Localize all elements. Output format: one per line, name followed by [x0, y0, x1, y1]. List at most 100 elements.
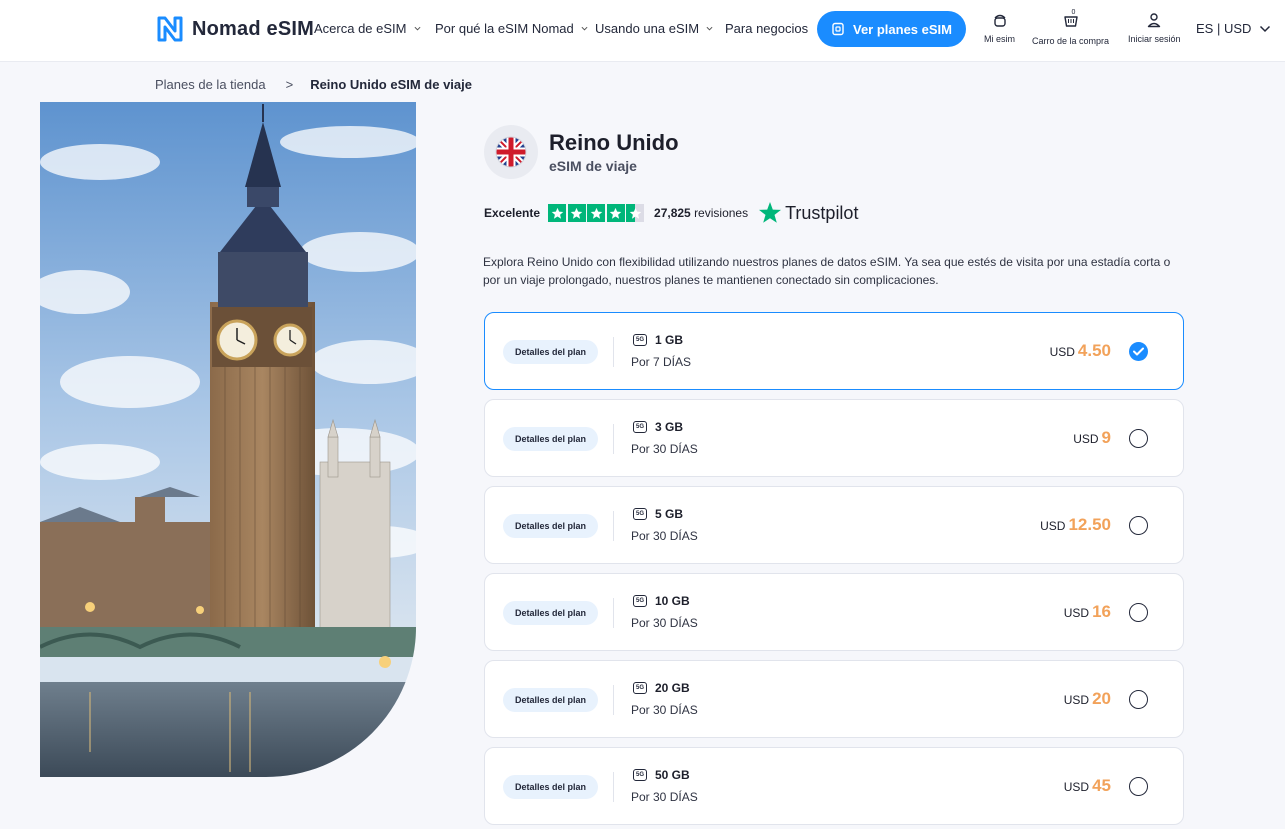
plan-price: USD 16 — [1064, 602, 1111, 622]
plan-amount: 12.50 — [1068, 515, 1111, 534]
chevron-down-icon — [414, 26, 420, 31]
cart-count-badge: 0 — [1071, 9, 1076, 16]
5g-network-icon: 5G — [633, 682, 647, 694]
plan-duration: Por 30 DÍAS — [631, 529, 698, 543]
plan-price: USD 20 — [1064, 689, 1111, 709]
esim-icon — [993, 14, 1006, 27]
breadcrumb-separator: > — [285, 77, 294, 92]
trustpilot-logo: Trustpilot — [758, 201, 858, 225]
plan-divider — [613, 424, 614, 454]
nav-business[interactable]: Para negocios — [725, 21, 808, 36]
uk-flag-icon — [495, 136, 527, 168]
plan-option[interactable]: Detalles del plan 5G 10 GB Por 30 DÍAS USD 16 — [484, 573, 1184, 651]
language-label: ES | USD — [1196, 21, 1252, 36]
plan-amount: 16 — [1092, 602, 1111, 621]
plan-details-button[interactable]: Detalles del plan — [503, 775, 599, 799]
plan-currency: USD — [1073, 432, 1099, 446]
cart-icon-wrap: 0 — [1063, 9, 1079, 30]
view-plans-button[interactable]: Ver planes eSIM — [817, 11, 966, 47]
reviews-count: 27,825 revisiones — [654, 206, 748, 220]
plan-radio[interactable] — [1129, 603, 1148, 622]
breadcrumb-store-plans[interactable]: Planes de la tienda — [155, 77, 266, 92]
5g-network-icon: 5G — [633, 595, 647, 607]
plan-details-button[interactable]: Detalles del plan — [503, 427, 599, 451]
view-plans-label: Ver planes eSIM — [853, 21, 952, 37]
plan-option[interactable]: Detalles del plan 5G 3 GB Por 30 DÍAS USD 9 — [484, 399, 1184, 477]
reviews-label: revisiones — [694, 206, 749, 220]
plan-price: USD 12.50 — [1040, 515, 1111, 535]
checkmark-icon — [1133, 347, 1144, 356]
product-subtitle: eSIM de viaje — [549, 158, 637, 174]
nav-using-esim[interactable]: Usando una eSIM — [595, 21, 713, 36]
plan-radio-checked[interactable] — [1129, 342, 1148, 361]
trustpilot-label: Trustpilot — [785, 202, 859, 223]
plan-currency: USD — [1063, 606, 1090, 620]
plan-details-button[interactable]: Detalles del plan — [503, 340, 599, 364]
5g-network-icon: 5G — [633, 769, 647, 781]
plan-currency: USD — [1040, 519, 1066, 533]
login-link[interactable]: Iniciar sesión — [1128, 12, 1181, 44]
plan-price: USD 4.50 — [1050, 341, 1111, 361]
top-header: Nomad eSIM Acerca de eSIM Por qué la eSI… — [0, 0, 1285, 62]
user-icon — [1148, 13, 1161, 28]
plan-data-amount: 3 GB — [655, 420, 684, 434]
star-icon — [606, 204, 625, 222]
product-description: Explora Reino Unido con flexibilidad uti… — [483, 255, 1171, 287]
plan-data-amount: 50 GB — [655, 768, 690, 782]
cart-label: Carro de la compra — [1032, 36, 1110, 46]
plan-radio[interactable] — [1129, 429, 1148, 448]
brand-logo[interactable]: Nomad eSIM — [155, 15, 314, 43]
nav-label: Acerca de eSIM — [314, 21, 407, 36]
plan-option[interactable]: Detalles del plan 5G 5 GB Por 30 DÍAS USD 12.… — [484, 486, 1184, 564]
hero-image-big-ben — [40, 102, 416, 777]
chevron-down-icon — [581, 26, 588, 31]
plan-data-amount: 10 GB — [655, 594, 690, 608]
plan-details-button[interactable]: Detalles del plan — [503, 688, 599, 712]
brand-name: Nomad eSIM — [192, 17, 315, 40]
my-esim-label: Mi esim — [984, 34, 1015, 44]
plan-option[interactable]: Detalles del plan 5G 20 GB Por 30 DÍAS USD 20 — [484, 660, 1184, 738]
plan-option[interactable]: Detalles del plan 5G 50 GB Por 30 DÍAS USD 45 — [484, 747, 1184, 825]
trustpilot-star-icon — [759, 202, 782, 223]
chevron-down-icon — [706, 26, 713, 31]
reviews-number: 27,825 — [654, 206, 691, 220]
plan-option[interactable]: Detalles del plan 5G 1 GB Por 7 DÍAS USD 4.50 — [484, 312, 1184, 390]
language-currency-selector[interactable]: ES | USD — [1196, 21, 1271, 36]
plan-divider — [613, 598, 614, 628]
plan-duration: Por 30 DÍAS — [631, 616, 698, 630]
plan-duration: Por 30 DÍAS — [631, 790, 698, 804]
plan-currency: USD — [1063, 780, 1090, 794]
nav-why-nomad[interactable]: Por qué la eSIM Nomad — [435, 21, 588, 36]
nav-about-esim[interactable]: Acerca de eSIM — [314, 21, 421, 36]
plan-data-amount: 5 GB — [655, 507, 684, 521]
plan-data-amount: 20 GB — [655, 681, 690, 695]
plan-data-amount: 1 GB — [655, 333, 684, 347]
plan-radio[interactable] — [1129, 690, 1148, 709]
rating-stars — [548, 204, 646, 222]
country-title: Reino Unido — [549, 130, 679, 155]
plan-details-button[interactable]: Detalles del plan — [503, 601, 599, 625]
plan-details-button[interactable]: Detalles del plan — [503, 514, 599, 538]
cart-link[interactable]: 0 Carro de la compra — [1032, 9, 1110, 46]
cart-icon — [1063, 16, 1078, 27]
plan-price: USD 45 — [1064, 776, 1111, 796]
plan-amount: 45 — [1092, 776, 1111, 795]
my-esim-link[interactable]: Mi esim — [984, 12, 1015, 44]
plan-amount: 4.50 — [1077, 341, 1111, 360]
nomad-logo-icon — [157, 16, 183, 42]
plan-currency: USD — [1063, 693, 1090, 707]
plan-duration: Por 30 DÍAS — [631, 442, 698, 456]
plan-amount: 9 — [1101, 428, 1111, 447]
5g-network-icon: 5G — [633, 421, 647, 433]
plan-radio[interactable] — [1129, 777, 1148, 796]
plan-divider — [613, 511, 614, 541]
trustpilot-rating[interactable]: Excelente 27,825 revisiones Trustpilot — [484, 201, 858, 225]
5g-network-icon: 5G — [633, 334, 647, 346]
plan-divider — [613, 337, 614, 367]
chevron-down-icon — [1260, 25, 1271, 32]
plan-divider — [613, 772, 614, 802]
plan-radio[interactable] — [1129, 516, 1148, 535]
big-ben-illustration — [40, 102, 416, 777]
plan-duration: Por 30 DÍAS — [631, 703, 698, 717]
5g-network-icon: 5G — [633, 508, 647, 520]
